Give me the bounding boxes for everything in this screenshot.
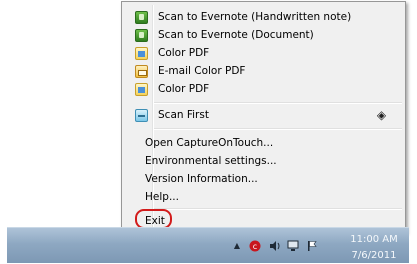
taskbar: ▲ c 11:00 AM 7/6/2011 [7, 227, 409, 263]
evernote-icon [135, 11, 148, 24]
clock-date: 7/6/2011 [351, 250, 397, 261]
email-pdf-icon [135, 65, 148, 78]
network-icon[interactable] [287, 240, 299, 252]
menu-item-email-color-pdf[interactable]: E-mail Color PDF [125, 63, 402, 80]
pdf-icon [135, 83, 148, 96]
action-center-flag-icon[interactable] [306, 240, 318, 252]
exit-highlight-circle [135, 209, 172, 229]
clock-time: 11:00 AM [350, 234, 398, 245]
pdf-icon [135, 47, 148, 60]
menu-item-open-captureontouch[interactable]: Open CaptureOnTouch... [125, 135, 402, 152]
menu-item-label: Color PDF [158, 83, 210, 95]
volume-icon[interactable] [269, 240, 281, 252]
menu-item-label: Version Information... [145, 173, 258, 185]
menu-separator [154, 102, 402, 104]
evernote-icon [135, 29, 148, 42]
menu-item-environmental-settings[interactable]: Environmental settings... [125, 153, 402, 170]
menu-item-scan-first[interactable]: Scan First ◈ [125, 107, 402, 124]
menu-item-version-information[interactable]: Version Information... [125, 171, 402, 188]
captureontouch-icon[interactable]: c [249, 240, 261, 252]
menu-item-help[interactable]: Help... [125, 189, 402, 206]
menu-item-label: Scan to Evernote (Document) [158, 29, 314, 41]
menu-item-scan-evernote-document[interactable]: Scan to Evernote (Document) [125, 27, 402, 44]
menu-item-label: E-mail Color PDF [158, 65, 246, 77]
menu-item-label: Environmental settings... [145, 155, 277, 167]
menu-separator [154, 208, 402, 210]
menu-item-label: Scan to Evernote (Handwritten note) [158, 11, 352, 23]
menu-item-label: Scan First [158, 109, 209, 121]
svg-text:c: c [253, 242, 257, 251]
menu-item-label: Open CaptureOnTouch... [145, 137, 274, 149]
menu-item-scan-evernote-handwritten[interactable]: Scan to Evernote (Handwritten note) [125, 9, 402, 26]
tray-context-menu: Scan to Evernote (Handwritten note) Scan… [121, 1, 406, 233]
scan-icon [135, 109, 148, 122]
menu-item-label: Color PDF [158, 47, 210, 59]
taskbar-clock[interactable]: 11:00 AM 7/6/2011 [348, 234, 400, 262]
menu-separator [154, 128, 402, 130]
show-hidden-icons-arrow[interactable]: ▲ [231, 240, 243, 252]
diamond-icon: ◈ [376, 108, 387, 122]
menu-item-color-pdf[interactable]: Color PDF [125, 45, 402, 62]
menu-item-label: Help... [145, 191, 179, 203]
menu-item-color-pdf-2[interactable]: Color PDF [125, 81, 402, 98]
